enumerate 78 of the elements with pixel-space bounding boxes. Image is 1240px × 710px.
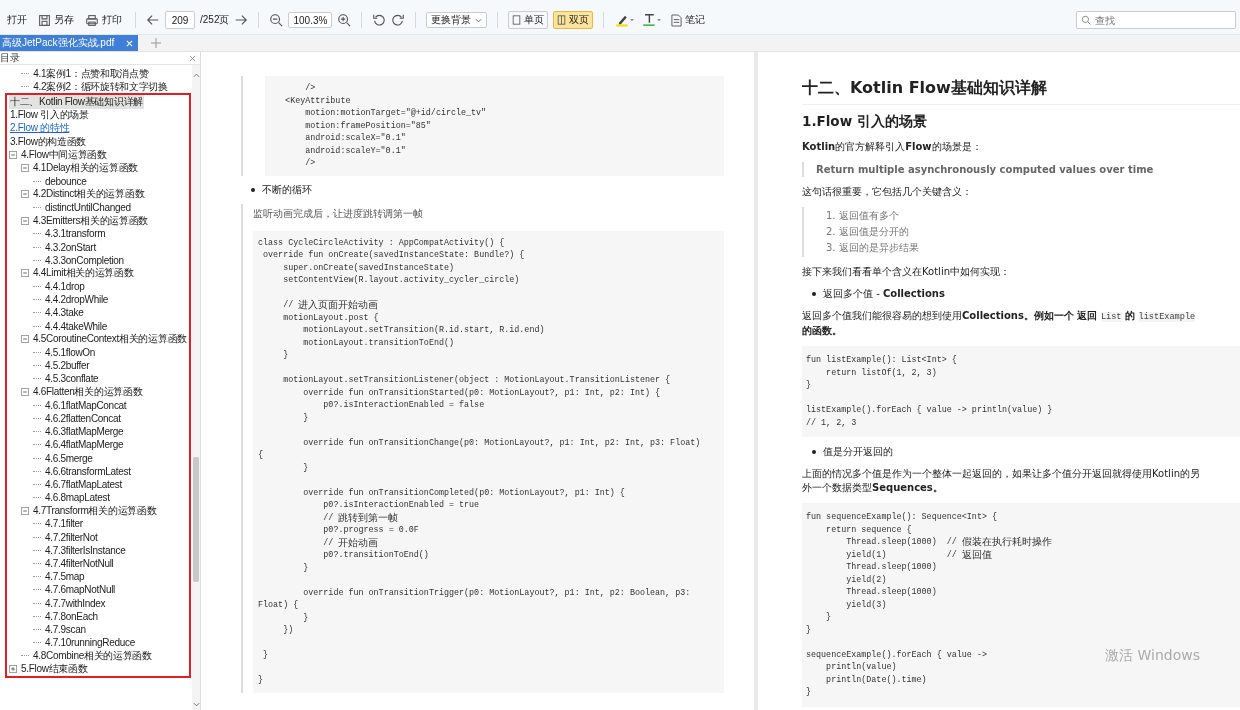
outline-item[interactable]: 4.6Flatten相关的运算函数 (32, 385, 144, 400)
paragraph: 上面的情况多个值是作为一个整体一起返回的，如果让多个值分开返回就得使用Kotlin的另外一个数据类型Sequences。 (802, 467, 1201, 495)
chapter-heading: 十二、Kotlin Flow基础知识详解 (802, 78, 1240, 105)
outline-item[interactable]: 4.7.1filter (44, 518, 84, 530)
outline-item[interactable]: 4.8Combine相关的运算函数 (32, 648, 153, 663)
outline-item[interactable]: 5.Flow结束函数 (20, 662, 89, 677)
bullet-text: 值是分开返回的 (823, 445, 893, 459)
paragraph: 接下来我们看看单个含义在Kotlin中如何实现： (802, 265, 1011, 279)
quote-text: Return multiple asynchronously computed values over time (802, 162, 1240, 177)
outline-item[interactable]: 4.6.2flattenConcat (44, 412, 122, 424)
outline-item[interactable]: 4.4Limit相关的运算函数 (32, 266, 135, 281)
outline-item[interactable]: 4.6.6transformLatest (44, 465, 132, 477)
outline-item[interactable]: 4.1案例1：点赞和取消点赞 (32, 66, 150, 81)
outline-item[interactable]: 4.4.1drop (44, 281, 86, 293)
paragraph: 返回多个值我们能很容易的想到使用Collections。例如一个 返回 List 的 listExample 的函数。 (802, 309, 1197, 338)
page-total: /252页 (200, 13, 230, 27)
outline-item[interactable]: 4.6.8mapLatest (44, 492, 111, 504)
outline-item[interactable]: debounce (44, 175, 88, 187)
list-item: 2. 返回值是分开的 (826, 225, 910, 239)
outline-item[interactable]: 4.7.2filterNot (44, 531, 99, 543)
outline-item[interactable]: 4.3Emitters相关的运算函数 (32, 213, 150, 228)
outline-item[interactable]: 4.Flow中间运算函数 (20, 147, 108, 162)
outline-item[interactable]: 4.7.7withIndex (44, 597, 107, 609)
outline-item[interactable]: 4.7.8onEach (44, 610, 99, 622)
outline-item[interactable]: 4.6.3flatMapMerge (44, 426, 125, 438)
outline-item[interactable]: distinctUntilChanged (44, 201, 132, 213)
page-number-field[interactable]: 209 (165, 11, 195, 29)
outline-item[interactable]: 4.6.4flatMapMerge (44, 439, 125, 451)
outline-item[interactable]: 4.3.3onCompletion (44, 254, 125, 266)
outline-item[interactable]: 4.6.1flatMapConcat (44, 399, 128, 411)
outline-item[interactable]: 4.5.1flowOn (44, 347, 97, 359)
outline-link[interactable]: 2.Flow 的特性 (9, 121, 71, 136)
outline-item[interactable]: 3.Flow的构造函数 (9, 134, 88, 149)
outline-item[interactable]: 4.2Distinct相关的运算函数 (32, 187, 146, 202)
outline-item[interactable]: 4.4.2dropWhile (44, 294, 110, 306)
bullet-text: 返回多个值 - Collections (823, 287, 945, 301)
sidebar-title: 目录 (0, 52, 20, 65)
outline-item[interactable]: 4.7.5map (44, 571, 86, 583)
list-item: 3. 返回的是异步结果 (826, 241, 920, 255)
code-block: class CycleCircleActivity : AppCompatActivity() { override fun onCreate(savedInstanceState: Bundle?) { super.onCreate(savedInstanceState) setContentView(R.layout.activity_cycler_circle) // 进入页面开始动画 motionLayout.post { motionLayout.setTransition(R.id.start, R.id.end) motionLayout.transitionToEnd() } motionLayout.setTransitionListener(object : MotionLayout.TransitionListener { override fun onTransitionStarted(p0: MotionLayout?, p1: Int, p2: Int) { p0?.isInteractionEnabled = false } override fun onTransitionChange(p0: MotionLayout?, p1: Int, p2: Int, p3: Float) { } override fun onTransitionCompleted(p0: MotionLayout?, p1: Int) { p0?.isInteractionEnabled = true // 跳转到第一帧 p0?.progress = 0.0F // 开始动画 p0?.transitionToEnd() } override fun onTransitionTrigger(p0: MotionLayout?, p1: Int, p2: Boolean, p3: Float) { } }) } } (253, 230, 724, 693)
activation-watermark: 激活 Windows (1105, 647, 1200, 665)
outline-item[interactable]: 4.3.2onStart (44, 241, 97, 253)
paragraph: 这句话很重要，它包括几个关键含义： (802, 185, 973, 199)
outline-item[interactable]: 4.4.4takeWhile (44, 320, 108, 332)
outline-item[interactable]: 4.6.5merge (44, 452, 94, 464)
outline-item[interactable]: 4.4.3take (44, 307, 85, 319)
code-block: fun listExample(): List<Int> { return listOf(1, 2, 3) } listExample().forEach { value -> println(value) } // 1, 2, 3 (802, 346, 1240, 437)
zoom-dropdown[interactable]: 100.3% (288, 12, 333, 28)
outline-item[interactable]: 4.1Delay相关的运算函数 (32, 160, 139, 175)
notes-button[interactable]: 笔记 (668, 11, 709, 29)
paragraph: Kotlin的官方解释引入Flow的场景是： (802, 140, 983, 154)
note-text: 监听动画完成后，让进度跳转调第一帧 (253, 206, 424, 221)
save-as-button[interactable]: 另存 (35, 11, 77, 29)
bullet-text: 不断的循环 (262, 182, 312, 197)
outline-item[interactable]: 4.7.6mapNotNull (44, 584, 116, 596)
outline-item[interactable]: 4.7Transform相关的运算函数 (32, 503, 158, 518)
outline-item[interactable]: 4.7.10runningReduce (44, 637, 136, 649)
outline-item[interactable]: 4.3.1transform (44, 228, 107, 240)
page-view-button[interactable]: 单页 (508, 11, 549, 29)
print-button[interactable]: 打印 (82, 11, 125, 29)
code-block: /> <KeyAttribute motion:motionTarget="@+id/circle_tv" motion:framePosition="85" android:scaleX="0.1" android:scaleY="0.1" /> (265, 76, 724, 176)
outline-item[interactable]: 4.5.2buffer (44, 360, 91, 372)
document-tab[interactable]: 高级JetPack强化实战.pdf (0, 35, 139, 51)
outline-item[interactable]: 4.5CoroutineContext相关的运算函数 (32, 332, 188, 347)
page-view-button[interactable]: 双页 (553, 11, 594, 29)
outline-item[interactable]: 4.5.3conflate (44, 373, 100, 385)
open-button[interactable]: 打开 (4, 11, 30, 29)
outline-item[interactable]: 4.2案例2：循环旋转和文字切换 (32, 79, 169, 94)
outline-item[interactable]: 4.7.3filterIsInstance (44, 544, 127, 556)
background-dropdown[interactable]: 更换背景 (426, 12, 488, 28)
outline-item[interactable]: 4.7.4filterNotNull (44, 558, 115, 570)
list-item: 1. 返回值有多个 (826, 209, 900, 223)
outline-item[interactable]: 4.6.7flatMapLatest (44, 478, 123, 490)
section-heading: 1.Flow 引入的场景 (802, 113, 928, 131)
outline-item[interactable]: 4.7.9scan (44, 623, 87, 635)
outline-item[interactable]: 1.Flow 引入的场景 (9, 108, 90, 123)
search-field[interactable]: 查找 (1076, 11, 1236, 29)
outline-item[interactable]: 十二、Kotlin Flow基础知识详解 (9, 94, 144, 109)
